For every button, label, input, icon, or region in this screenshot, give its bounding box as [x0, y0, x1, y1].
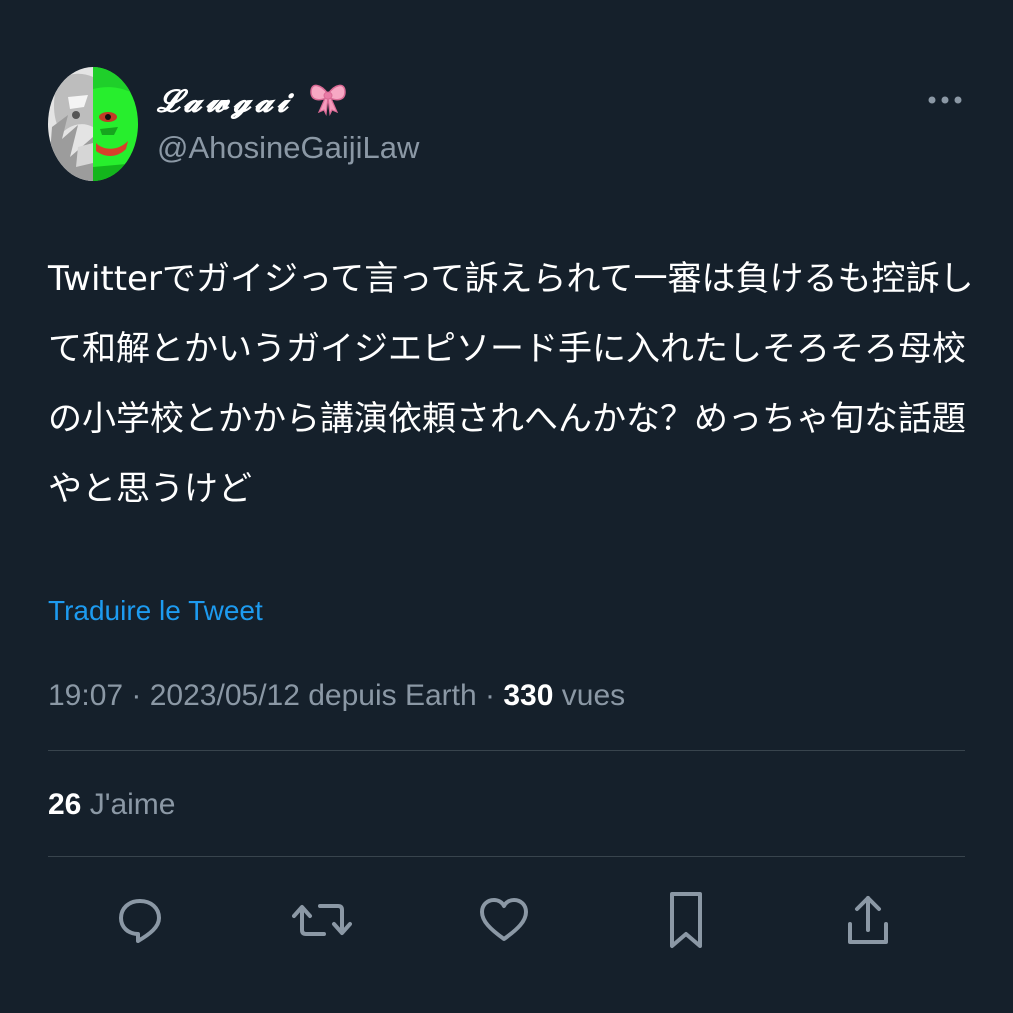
divider: [48, 750, 965, 751]
retweet-icon: [292, 904, 352, 936]
tweet-text: Twitterでガイジって言って訴えられて一審は負けるも控訴し て和解とかいうガ…: [48, 244, 974, 524]
tweet-line: Twitterでガイジって言って訴えられて一審は負けるも控訴し: [48, 259, 974, 299]
avatar[interactable]: [48, 67, 138, 181]
bookmark-icon: [670, 892, 702, 948]
like-heart-icon: [480, 898, 528, 941]
tweet-line: やと思うけど: [48, 469, 252, 509]
reply-button[interactable]: [110, 890, 170, 950]
user-handle[interactable]: @AhosineGaijiLaw: [157, 128, 419, 168]
meta-separator: ·: [476, 679, 504, 712]
share-button[interactable]: [838, 890, 898, 950]
bookmark-button[interactable]: [656, 890, 716, 950]
tweet-time[interactable]: 19:07: [48, 679, 123, 712]
tweet-line: の小学校とかから講演依頼されへんかな？めっちゃ旬な話題: [48, 399, 966, 439]
divider: [48, 856, 965, 857]
tweet-source: depuis Earth: [308, 679, 477, 712]
meta-separator: ·: [123, 679, 150, 712]
retweet-button[interactable]: [292, 890, 352, 950]
likes-label: J'aime: [89, 788, 176, 821]
profile-avatar-image: [48, 67, 138, 181]
reply-icon: [119, 899, 161, 943]
share-icon: [848, 896, 888, 944]
display-name-text: 𝓛𝓪𝔀𝓰𝓪𝓲: [157, 83, 293, 120]
views-count: 330: [503, 679, 554, 712]
like-button[interactable]: [474, 890, 534, 950]
tweet-date[interactable]: 2023/05/12: [150, 679, 300, 712]
display-name[interactable]: 𝓛𝓪𝔀𝓰𝓪𝓲: [157, 80, 347, 126]
translate-tweet-link[interactable]: Traduire le Tweet: [48, 593, 263, 629]
ribbon-bow-icon: [309, 80, 347, 126]
views-label: vues: [561, 679, 626, 712]
tweet-meta: 19:07 · 2023/05/12 depuis Earth · 330 vu…: [48, 676, 625, 716]
more-options-icon[interactable]: [924, 88, 966, 112]
likes-count: 26: [48, 788, 82, 821]
likes-stat[interactable]: 26 J'aime: [48, 785, 175, 825]
tweet-line: て和解とかいうガイジエピソード手に入れたしそろそろ母校: [48, 329, 966, 369]
